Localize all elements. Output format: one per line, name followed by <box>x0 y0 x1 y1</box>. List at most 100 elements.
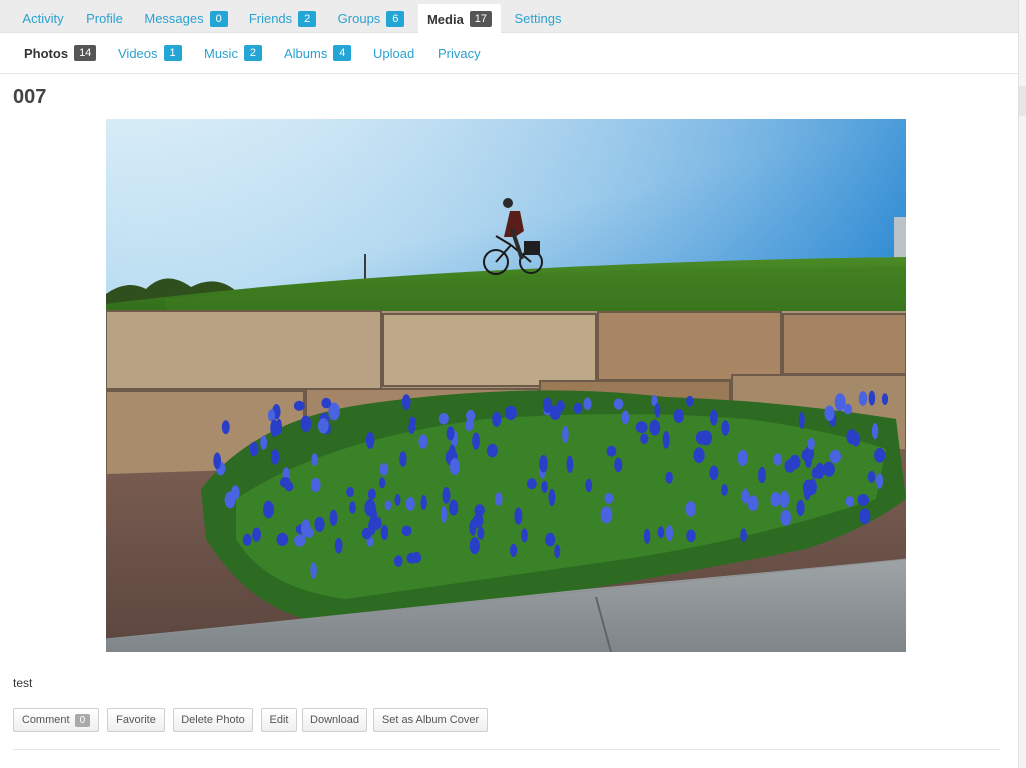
bluebonnet-flower <box>420 495 427 510</box>
bluebonnet-flower <box>834 393 846 411</box>
bluebonnet-flower <box>314 516 325 532</box>
comment-button-label: Comment <box>21 714 70 726</box>
bluebonnet-flower <box>294 534 306 547</box>
nav-settings[interactable]: Settings <box>507 4 569 33</box>
nav-groups[interactable]: Groups 6 <box>330 4 412 33</box>
bluebonnet-flower <box>779 490 790 509</box>
bluebonnet-flower <box>442 487 451 504</box>
nav-friends[interactable]: Friends 2 <box>241 4 324 33</box>
photo-title: 007 <box>13 86 47 108</box>
bluebonnet-flower <box>378 477 386 489</box>
subnav-upload-label: Upload <box>373 45 415 61</box>
subnav-privacy[interactable]: Privacy <box>438 44 481 62</box>
bluebonnet-flower <box>640 433 649 445</box>
bluebonnet-flower <box>798 412 805 429</box>
bluebonnet-flower <box>300 415 312 432</box>
bluebonnet-flower <box>803 479 814 497</box>
download-button[interactable]: Download <box>302 708 367 732</box>
bluebonnet-flower <box>365 431 375 449</box>
bluebonnet-flower <box>548 488 556 507</box>
bluebonnet-flower <box>526 478 537 490</box>
bluebonnet-flower <box>737 449 748 466</box>
bluebonnet-flower <box>242 533 252 546</box>
subnav-upload[interactable]: Upload <box>373 44 414 62</box>
bluebonnet-flower <box>859 508 871 525</box>
favorite-button-label: Favorite <box>116 714 156 726</box>
bluebonnet-flower <box>545 532 556 547</box>
subnav-albums-label: Albums <box>284 45 328 61</box>
bluebonnet-flower <box>721 484 728 496</box>
bluebonnet-flower <box>317 418 329 434</box>
comment-button[interactable]: Comment 0 <box>13 708 99 732</box>
bluebonnet-flower <box>566 455 574 473</box>
divider <box>13 749 1000 750</box>
bluebonnet-flower <box>371 516 382 530</box>
photos-count-badge: 14 <box>74 45 97 61</box>
subnav-music-label: Music <box>204 45 238 61</box>
bluebonnet-flower <box>492 411 502 427</box>
bluebonnet-flower <box>349 501 356 514</box>
bluebonnet-flower <box>685 501 696 517</box>
bluebonnet-flower <box>845 496 854 507</box>
subnav-music[interactable]: Music 2 <box>204 44 262 62</box>
bluebonnet-flower <box>868 390 876 406</box>
nav-profile[interactable]: Profile <box>77 4 132 33</box>
groups-count-badge: 6 <box>386 10 405 27</box>
bluebonnet-flower <box>643 528 651 544</box>
bluebonnet-flower <box>446 426 455 441</box>
bluebonnet-flower <box>311 453 318 467</box>
bluebonnet-flower <box>665 471 673 484</box>
bluebonnet-flower <box>721 420 730 436</box>
favorite-button[interactable]: Favorite <box>107 708 165 732</box>
bluebonnet-flower <box>276 418 282 435</box>
set-album-cover-button-label: Set as Album Cover <box>381 714 480 726</box>
bluebonnet-flower <box>438 413 449 425</box>
sidebar-edge-tab[interactable] <box>1019 86 1026 116</box>
bluebonnet-flower <box>263 500 274 519</box>
bluebonnet-flower <box>334 537 343 554</box>
bluebonnet-flower <box>440 505 448 523</box>
bluebonnet-flower <box>469 519 477 536</box>
bluebonnet-flower <box>384 500 392 511</box>
delete-photo-button-label: Delete Photo <box>181 714 245 726</box>
subnav-photos[interactable]: Photos 14 <box>24 44 97 62</box>
bluebonnet-flower <box>585 478 593 492</box>
bluebonnet-flower <box>364 499 376 517</box>
bluebonnet-flower <box>654 403 661 418</box>
bluebonnet-flower <box>876 473 884 489</box>
bluebonnet-flower <box>405 496 415 511</box>
bluebonnet-flower <box>686 395 694 407</box>
bluebonnet-flower <box>573 402 583 414</box>
edit-button[interactable]: Edit <box>261 708 297 732</box>
set-album-cover-button[interactable]: Set as Album Cover <box>373 708 488 732</box>
bluebonnet-flower <box>801 449 808 461</box>
subnav-photos-label: Photos <box>24 45 69 61</box>
bluebonnet-flower <box>600 506 613 524</box>
bluebonnet-flower <box>510 543 518 557</box>
bluebonnet-flower <box>260 435 268 450</box>
nav-activity[interactable]: Activity <box>13 4 73 33</box>
edit-button-label: Edit <box>269 714 289 726</box>
bluebonnet-flower <box>293 400 305 411</box>
bluebonnet-flower <box>449 499 459 516</box>
delete-photo-button[interactable]: Delete Photo <box>173 708 253 732</box>
bluebonnet-flower <box>310 477 321 493</box>
secondary-nav: Photos 14 Videos 1 Music 2 Albums 4 Uplo… <box>0 33 1018 74</box>
photo-image[interactable] <box>106 119 906 652</box>
nav-friends-label: Friends <box>248 11 293 26</box>
bluebonnet-flower <box>747 495 759 512</box>
bluebonnet-flower <box>393 555 403 567</box>
bluebonnet-flower <box>829 449 842 464</box>
primary-nav: Activity Profile Messages 0 Friends 2 Gr… <box>0 0 1018 34</box>
music-count-badge: 2 <box>243 45 262 61</box>
nav-media[interactable]: Media 17 <box>418 4 501 34</box>
subnav-albums[interactable]: Albums 4 <box>284 44 352 62</box>
bluebonnet-flower <box>857 494 869 506</box>
bluebonnet-flower <box>807 437 815 450</box>
bluebonnet-flower <box>276 532 289 546</box>
subnav-videos[interactable]: Videos 1 <box>118 44 182 62</box>
bluebonnet-flower <box>662 431 670 449</box>
photo-caption: test <box>13 676 33 690</box>
nav-messages[interactable]: Messages 0 <box>137 4 235 33</box>
bluebonnet-flower <box>486 443 498 458</box>
